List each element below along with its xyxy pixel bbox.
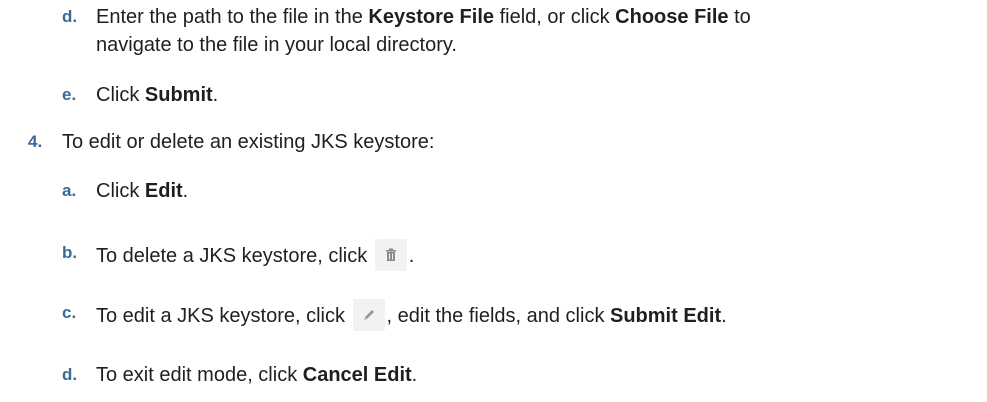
- step-text: Enter the path to the file in the Keysto…: [96, 6, 751, 56]
- ui-term-edit: Edit: [144, 180, 183, 202]
- ui-term-keystore-file: Keystore File: [368, 6, 495, 28]
- step-marker: c.: [62, 303, 77, 322]
- step-4-edit-delete: 4. To edit or delete an existing JKS key…: [28, 128, 434, 156]
- step-marker: b.: [62, 243, 78, 262]
- ui-term-submit: Submit: [144, 84, 213, 106]
- step-a-click-edit: a. Click Edit.: [62, 177, 188, 205]
- step-marker: d.: [62, 7, 78, 26]
- step-text: To edit a JKS keystore, click , edit the…: [96, 299, 727, 331]
- step-c-edit-keystore: c. To edit a JKS keystore, click , edit …: [62, 299, 727, 331]
- step-b-delete-keystore: b. To delete a JKS keystore, click .: [62, 239, 414, 271]
- ui-term-choose-file: Choose File: [615, 6, 729, 28]
- ui-term-submit-edit: Submit Edit: [610, 305, 722, 327]
- step-d-keystore-file: d. Enter the path to the file in the Key…: [62, 3, 751, 59]
- step-text: To delete a JKS keystore, click .: [96, 239, 414, 271]
- step-marker: a.: [62, 181, 77, 200]
- pencil-icon: [352, 299, 385, 331]
- step-text: To exit edit mode, click Cancel Edit.: [96, 364, 418, 386]
- step-text: Click Edit.: [96, 180, 189, 202]
- step-d-exit-edit: d. To exit edit mode, click Cancel Edit.: [62, 361, 417, 389]
- step-text: Click Submit.: [96, 84, 219, 106]
- step-e-submit: e. Click Submit.: [62, 81, 218, 109]
- step-marker: d.: [62, 365, 78, 384]
- step-text: To edit or delete an existing JKS keysto…: [62, 131, 435, 153]
- trash-icon: [374, 239, 407, 271]
- step-marker: e.: [62, 85, 77, 104]
- ui-term-cancel-edit: Cancel Edit: [302, 364, 412, 386]
- step-marker: 4.: [28, 132, 43, 151]
